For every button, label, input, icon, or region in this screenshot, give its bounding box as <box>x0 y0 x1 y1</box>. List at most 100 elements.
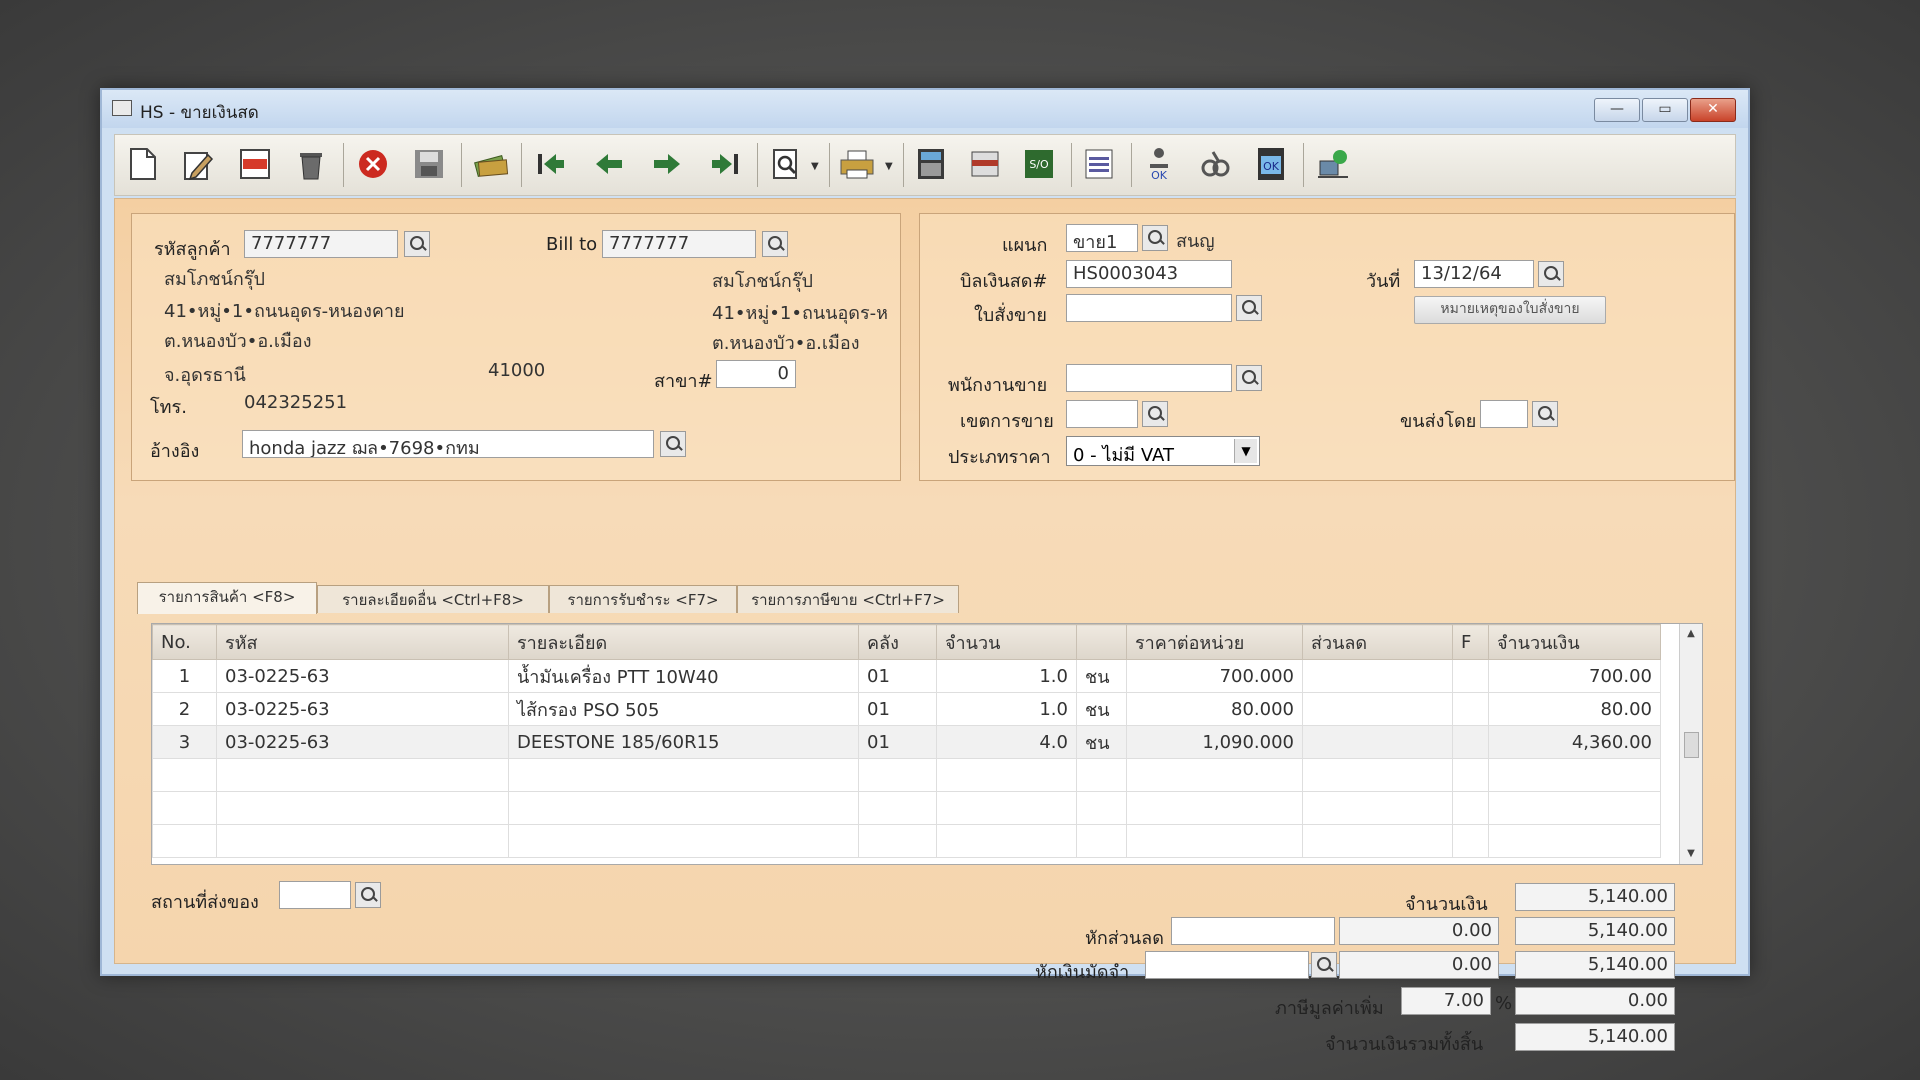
card-icon[interactable] <box>965 144 1005 184</box>
col-code[interactable]: รหัส <box>216 624 509 660</box>
row-f <box>1452 659 1489 693</box>
row-amount: 80.00 <box>1488 692 1661 726</box>
delivery-search-icon[interactable] <box>355 882 381 908</box>
dept-field[interactable]: ขาย1 <box>1066 224 1138 252</box>
col-description[interactable]: รายละเอียด <box>508 624 859 660</box>
so-icon[interactable]: S/O <box>1019 144 1059 184</box>
save-icon[interactable] <box>409 144 449 184</box>
delivery-location-field[interactable] <box>279 881 351 909</box>
row-quantity: 1.0 <box>936 692 1077 726</box>
user-ok-icon[interactable]: OK <box>1139 144 1179 184</box>
table-row[interactable]: 2 03-0225-63 ไส้กรอง PSO 505 01 1.0 ชน 8… <box>152 692 1661 726</box>
reference-field[interactable]: honda jazz ฌล•7698•กทม <box>242 430 654 458</box>
row-unit-price: 700.000 <box>1126 659 1303 693</box>
tab-sales-tax[interactable]: รายการภาษีขาย <Ctrl+F7> <box>737 585 959 613</box>
col-no[interactable]: No. <box>152 624 217 660</box>
salesman-field[interactable] <box>1066 364 1232 392</box>
report-icon[interactable] <box>1079 144 1119 184</box>
svg-text:OK: OK <box>1151 169 1168 182</box>
sales-area-field[interactable] <box>1066 400 1138 428</box>
row-unit: ชน <box>1076 725 1127 759</box>
after-discount-amount: 5,140.00 <box>1515 917 1675 945</box>
price-type-select[interactable]: 0 - ไม่มี VAT ▼ <box>1066 436 1260 466</box>
trash-icon[interactable] <box>291 144 331 184</box>
dropdown-arrow-icon[interactable]: ▼ <box>1234 439 1257 463</box>
bill-to-search-icon[interactable] <box>762 231 788 257</box>
bill-to-field[interactable]: 7777777 <box>602 230 756 258</box>
empty-row[interactable] <box>152 824 1661 858</box>
minimize-button[interactable]: — <box>1594 98 1640 122</box>
new-doc-icon[interactable] <box>123 144 163 184</box>
col-unit-price[interactable]: ราคาต่อหน่วย <box>1126 624 1303 660</box>
svg-text:S/O: S/O <box>1029 158 1049 171</box>
col-discount[interactable]: ส่วนลด <box>1302 624 1453 660</box>
maximize-button[interactable]: ▭ <box>1642 98 1688 122</box>
calculator-icon[interactable] <box>911 144 951 184</box>
ok-icon[interactable]: OK <box>1251 144 1291 184</box>
dept-name: สนญ <box>1176 231 1215 252</box>
shipping-search-icon[interactable] <box>1532 401 1558 427</box>
sales-order-search-icon[interactable] <box>1236 295 1262 321</box>
shipping-label: ขนส่งโดย <box>1400 411 1477 432</box>
close-button[interactable]: ✕ <box>1690 98 1736 122</box>
col-f[interactable]: F <box>1452 624 1489 660</box>
next-record-icon[interactable] <box>647 144 687 184</box>
items-grid[interactable]: No. รหัส รายละเอียด คลัง จำนวน ราคาต่อหน… <box>151 623 1703 865</box>
dept-search-icon[interactable] <box>1142 225 1168 251</box>
deposit-input[interactable] <box>1145 951 1309 979</box>
reference-label: อ้างอิง <box>150 441 200 462</box>
bill-number-field[interactable]: HS0003043 <box>1066 260 1232 288</box>
customer-address-2: ต.หนองบัว•อ.เมือง <box>164 331 312 352</box>
last-record-icon[interactable] <box>705 144 745 184</box>
discount-input[interactable] <box>1171 917 1335 945</box>
grid-scrollbar[interactable]: ▲ ▼ <box>1679 624 1702 864</box>
print-icon[interactable] <box>837 144 877 184</box>
cancel-icon[interactable] <box>353 144 393 184</box>
table-row[interactable]: 1 03-0225-63 น้ำมันเครื่อง PTT 10W40 01 … <box>152 659 1661 693</box>
scroll-down-icon[interactable]: ▼ <box>1680 844 1702 864</box>
sales-order-field[interactable] <box>1066 294 1232 322</box>
discount-amount: 0.00 <box>1339 917 1499 945</box>
scroll-thumb[interactable] <box>1684 732 1699 758</box>
money-icon[interactable] <box>471 144 511 184</box>
row-no: 2 <box>152 692 217 726</box>
row-unit-price: 1,090.000 <box>1126 725 1303 759</box>
tab-items[interactable]: รายการสินค้า <F8> <box>137 582 317 614</box>
empty-row[interactable] <box>152 791 1661 825</box>
date-field[interactable]: 13/12/64 <box>1414 260 1534 288</box>
first-record-icon[interactable] <box>531 144 571 184</box>
branch-field[interactable]: 0 <box>716 360 796 388</box>
col-quantity[interactable]: จำนวน <box>936 624 1077 660</box>
tab-other-details[interactable]: รายละเอียดอื่น <Ctrl+F8> <box>317 585 549 613</box>
customer-zip: 41000 <box>488 360 546 381</box>
tools-icon[interactable] <box>1195 144 1235 184</box>
vat-rate-field[interactable]: 7.00 <box>1401 987 1491 1015</box>
title-bar: HS - ขายเงินสด — ▭ ✕ <box>102 90 1748 128</box>
scroll-up-icon[interactable]: ▲ <box>1680 624 1702 644</box>
date-picker-icon[interactable] <box>1538 261 1564 287</box>
network-icon[interactable] <box>1313 144 1353 184</box>
deposit-search-icon[interactable] <box>1311 952 1337 978</box>
customer-code-field[interactable]: 7777777 <box>244 230 398 258</box>
prev-record-icon[interactable] <box>589 144 629 184</box>
void-icon[interactable] <box>235 144 275 184</box>
empty-row[interactable] <box>152 758 1661 792</box>
edit-icon[interactable] <box>179 144 219 184</box>
salesman-search-icon[interactable] <box>1236 365 1262 391</box>
row-quantity: 1.0 <box>936 659 1077 693</box>
reference-search-icon[interactable] <box>660 431 686 457</box>
row-warehouse: 01 <box>858 725 937 759</box>
search-doc-icon[interactable] <box>767 144 807 184</box>
table-row[interactable]: 3 03-0225-63 DEESTONE 185/60R15 01 4.0 ช… <box>152 725 1661 759</box>
tab-payments[interactable]: รายการรับชำระ <F7> <box>549 585 737 613</box>
customer-search-icon[interactable] <box>404 231 430 257</box>
sales-order-note-button[interactable]: หมายเหตุของใบสั่งขาย <box>1414 296 1606 324</box>
customer-name: สมโภชน์กรุ๊ป <box>164 269 265 290</box>
vat-amount: 0.00 <box>1515 987 1675 1015</box>
col-amount[interactable]: จำนวนเงิน <box>1488 624 1661 660</box>
col-warehouse[interactable]: คลัง <box>858 624 937 660</box>
shipping-field[interactable] <box>1480 400 1528 428</box>
row-unit: ชน <box>1076 659 1127 693</box>
sales-area-search-icon[interactable] <box>1142 401 1168 427</box>
form-area: รหัสลูกค้า 7777777 สมโภชน์กรุ๊ป 41•หมู่•… <box>114 198 1736 1055</box>
